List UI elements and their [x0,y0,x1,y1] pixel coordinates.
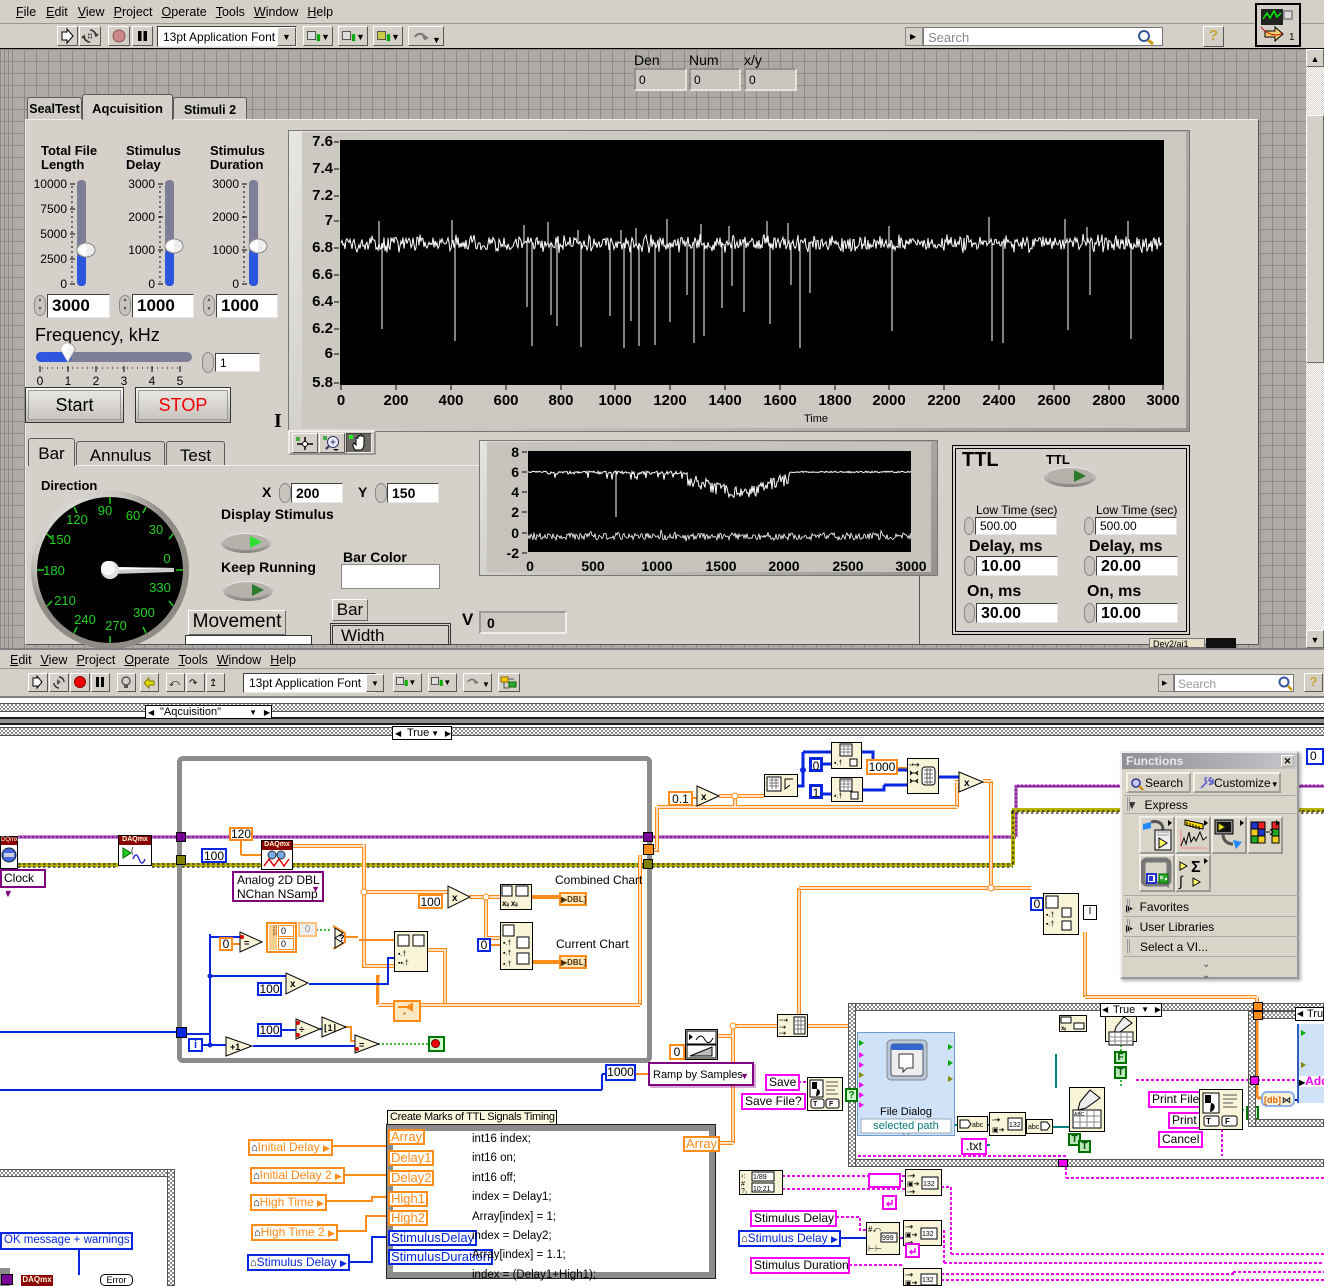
svg-text:▫➔: ▫➔ [779,1031,786,1036]
svg-text:T: T [813,1101,818,1108]
svg-text:▪.†: ▪.† [1046,912,1054,919]
svg-text:[db]: [db] [1264,1095,1281,1105]
svg-text:⋈: ⋈ [1282,1095,1291,1105]
svg-text:÷: ÷ [299,1025,305,1036]
svg-text:132: 132 [922,1277,934,1284]
svg-text:#: # [741,1181,745,1188]
svg-text:∫: ∫ [1178,873,1184,889]
svg-text:{: { [131,848,134,855]
svg-text:Σ: Σ [1191,859,1201,876]
svg-text:selected path: selected path [873,1120,938,1132]
svg-text:⊢⊢: ⊢⊢ [868,1244,882,1253]
svg-text:▫▫➔: ▫▫➔ [779,1018,788,1024]
svg-text:F: F [829,1101,834,1108]
svg-text:abc: abc [972,1122,984,1129]
svg-text:x: x [964,778,970,789]
svg-text:▣➔: ▣➔ [992,1127,1005,1134]
svg-text:▣➔: ▣➔ [905,1280,918,1285]
svg-text:x: x [290,979,296,990]
svg-text:132: 132 [923,1181,935,1188]
svg-text:File Dialog: File Dialog [880,1106,932,1118]
svg-text:abc: abc [1028,1124,1040,1131]
svg-text:▣➔: ▣➔ [905,1232,918,1239]
svg-text:?₁: ?₁ [741,1188,748,1194]
svg-text:▪.†: ▪.† [834,760,842,767]
svg-text:132: 132 [922,1231,934,1238]
svg-text:=: = [359,1040,364,1050]
svg-text:999: 999 [882,1235,894,1242]
svg-text:x: x [452,893,458,904]
svg-text:1/89: 1/89 [753,1174,767,1181]
svg-text:x: x [701,792,707,803]
svg-text:⌊1⌋: ⌊1⌋ [324,1023,336,1033]
svg-text:▪.†: ▪.† [834,793,842,800]
svg-text:xᵢᵢ: xᵢᵢ [1061,1026,1066,1031]
svg-text:▪▪.†: ▪▪.† [398,960,409,967]
svg-text:#⤺: #⤺ [868,1225,881,1234]
svg-text:+1: +1 [230,1042,240,1052]
svg-text:xᵢᵢ xᵢᵢ: xᵢᵢ xᵢᵢ [502,899,518,908]
svg-text:▫•➔: ▫•➔ [909,762,920,769]
svg-text:▪.†: ▪.† [398,951,406,958]
svg-text:▫➔: ▫➔ [905,1272,913,1279]
svg-text:▫➔: ▫➔ [905,1224,913,1231]
svg-text:▫➔: ▫➔ [907,1189,915,1195]
svg-text:132: 132 [1009,1122,1021,1129]
svg-text:=: = [244,938,249,948]
svg-text:▫➔: ▫➔ [992,1117,1000,1124]
svg-text:F: F [1225,1117,1230,1126]
svg-text:10:21: 10:21 [753,1186,771,1193]
svg-text:▣➔: ▣➔ [907,1181,920,1188]
svg-text:T: T [1206,1117,1211,1126]
svg-text:▪.†: ▪.† [503,940,511,947]
svg-text:*: * [403,1011,406,1020]
svg-text:?: ? [339,933,345,943]
svg-text:▪.†: ▪.† [1046,921,1054,928]
svg-text:▪.†: ▪.† [503,961,511,968]
svg-text:↥: ↥ [209,678,217,689]
svg-text:▫➔: ▫➔ [907,1173,915,1180]
svg-text:›:: ›: [741,1173,745,1180]
svg-text:ABC: ABC [1074,1112,1085,1118]
svg-text:↷: ↷ [189,678,198,689]
svg-text:▪.†: ▪.† [503,950,511,957]
svg-text:⤺: ⤺ [169,678,180,689]
